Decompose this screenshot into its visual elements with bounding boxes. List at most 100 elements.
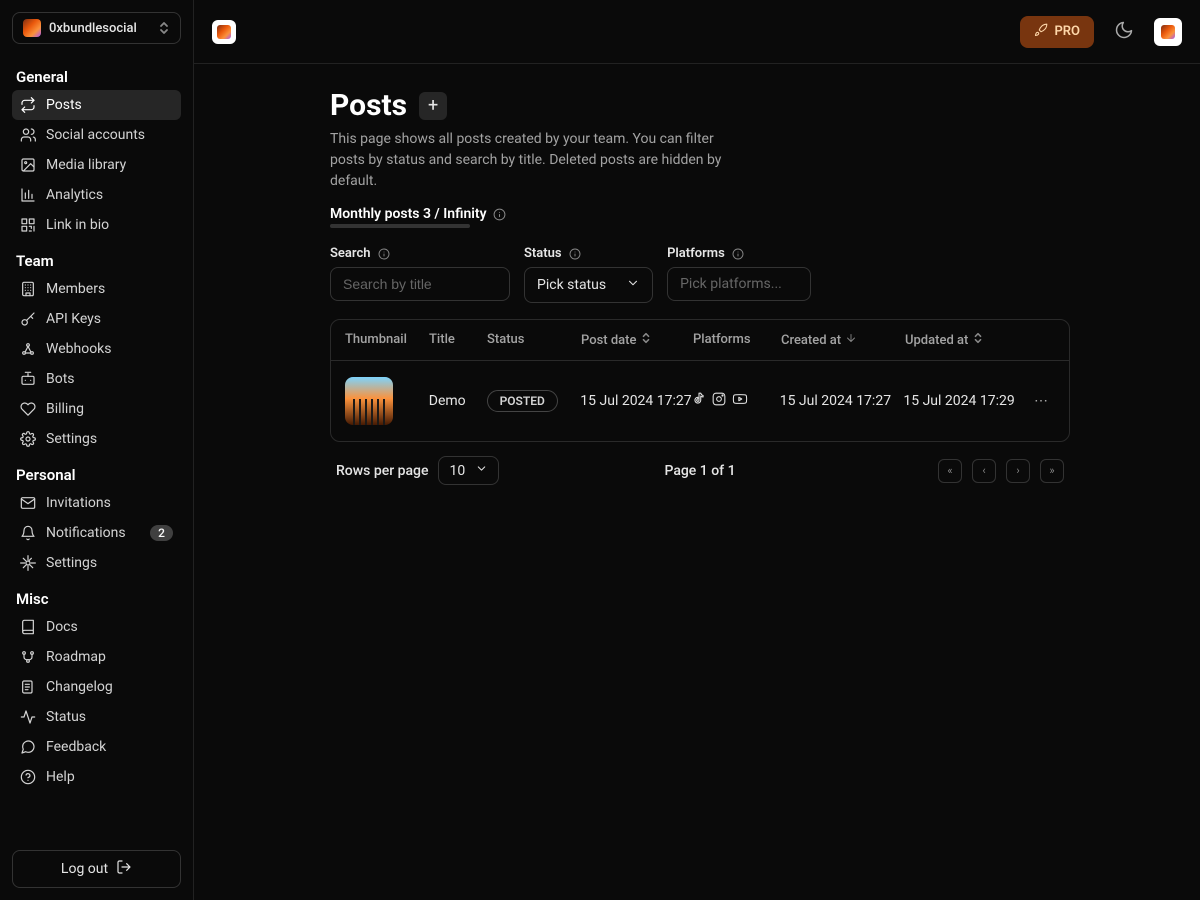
nav-label: Roadmap [46,649,173,665]
building-icon [20,281,36,297]
first-page-button[interactable]: « [938,459,962,483]
section-title-misc: Misc [12,584,181,612]
webhook-icon [20,341,36,357]
prev-page-button[interactable]: ‹ [972,459,996,483]
nav-social-accounts[interactable]: Social accounts [12,120,181,150]
nav-notifications[interactable]: Notifications 2 [12,518,181,548]
nav-changelog[interactable]: Changelog [12,672,181,702]
rows-per-page-label: Rows per page [336,463,428,479]
nav-help[interactable]: Help [12,762,181,792]
search-label: Search [330,246,371,261]
created-at: 15 Jul 2024 17:27 [780,393,904,409]
post-title: Demo [429,393,487,409]
chevrons-right-icon: » [1049,464,1054,477]
nav-label: Settings [46,555,173,571]
logout-button[interactable]: Log out [12,850,181,888]
nav-webhooks[interactable]: Webhooks [12,334,181,364]
status-select[interactable]: Pick status [524,267,653,303]
section-title-personal: Personal [12,460,181,488]
nav-api-keys[interactable]: API Keys [12,304,181,334]
nav-bots[interactable]: Bots [12,364,181,394]
info-icon[interactable] [493,207,507,221]
logout-icon [116,859,132,879]
app-logo[interactable] [212,20,236,44]
plus-icon: + [428,95,438,116]
info-icon[interactable] [731,247,745,261]
nav-invitations[interactable]: Invitations [12,488,181,518]
theme-toggle[interactable] [1106,14,1142,50]
chevron-right-icon: › [1016,464,1019,477]
scroll-icon [20,679,36,695]
message-icon [20,739,36,755]
col-platforms: Platforms [693,332,781,348]
nav-label: Help [46,769,173,785]
key-icon [20,311,36,327]
workspace-switcher[interactable]: 0xbundlesocial [12,12,181,44]
instagram-icon [712,392,726,410]
nav-status[interactable]: Status [12,702,181,732]
col-postdate[interactable]: Post date [581,332,693,348]
platforms-input[interactable]: Pick platforms... [667,267,811,301]
nav-label: Status [46,709,173,725]
status-value: Pick status [537,277,606,293]
image-icon [20,157,36,173]
user-avatar[interactable] [1154,18,1182,46]
page-description: This page shows all posts created by you… [330,129,750,192]
nav-link-in-bio[interactable]: Link in bio [12,210,181,240]
posts-table: Thumbnail Title Status Post date Platfor… [330,319,1070,442]
add-post-button[interactable]: + [419,92,447,120]
content: Posts + This page shows all posts create… [194,64,1200,485]
nav-billing[interactable]: Billing [12,394,181,424]
updated-at: 15 Jul 2024 17:29 [903,393,1027,409]
nav-roadmap[interactable]: Roadmap [12,642,181,672]
nav-label: Analytics [46,187,173,203]
col-status: Status [487,332,581,348]
road-icon [20,649,36,665]
sort-icon [640,332,652,348]
next-page-button[interactable]: › [1006,459,1030,483]
chevron-down-icon [626,276,640,294]
table-header: Thumbnail Title Status Post date Platfor… [331,320,1069,361]
col-thumbnail: Thumbnail [345,332,429,348]
row-actions-button[interactable]: ⋯ [1027,387,1055,415]
nav-media-library[interactable]: Media library [12,150,181,180]
table-row[interactable]: Demo POSTED 15 Jul 2024 17:27 15 Jul 202… [331,361,1069,441]
rocket-icon [1034,23,1048,41]
sidebar: 0xbundlesocial General Posts Social acco… [0,0,194,900]
col-updated[interactable]: Updated at [905,332,1029,348]
gear-icon [20,431,36,447]
search-input[interactable] [330,267,510,301]
pro-button[interactable]: PRO [1020,16,1094,48]
post-date: 15 Jul 2024 17:27 [580,393,692,409]
info-icon[interactable] [377,247,391,261]
last-page-button[interactable]: » [1040,459,1064,483]
heart-icon [20,401,36,417]
nav-personal-settings[interactable]: Settings [12,548,181,578]
nav-members[interactable]: Members [12,274,181,304]
bell-icon [20,525,36,541]
rows-per-page-select[interactable]: 10 [438,456,499,485]
pagination: Rows per page 10 Page 1 of 1 « ‹ › » [330,442,1070,485]
section-title-team: Team [12,246,181,274]
col-created[interactable]: Created at [781,332,905,348]
nav-docs[interactable]: Docs [12,612,181,642]
nav-label: Changelog [46,679,173,695]
status-badge: POSTED [487,390,558,412]
nav-analytics[interactable]: Analytics [12,180,181,210]
bot-icon [20,371,36,387]
sort-icon [972,332,984,348]
nav-label: Media library [46,157,173,173]
nav-team-settings[interactable]: Settings [12,424,181,454]
gear-icon [20,555,36,571]
monthly-posts-text: Monthly posts 3 / Infinity [330,206,487,222]
rpp-value: 10 [449,463,465,479]
nav-feedback[interactable]: Feedback [12,732,181,762]
mail-icon [20,495,36,511]
help-icon [20,769,36,785]
nav-label: Link in bio [46,217,173,233]
info-icon[interactable] [568,247,582,261]
nav-label: Members [46,281,173,297]
filters: Search Status Pick status Platforms Pick… [330,246,1070,303]
nav-posts[interactable]: Posts [12,90,181,120]
nav-label: Posts [46,97,173,113]
